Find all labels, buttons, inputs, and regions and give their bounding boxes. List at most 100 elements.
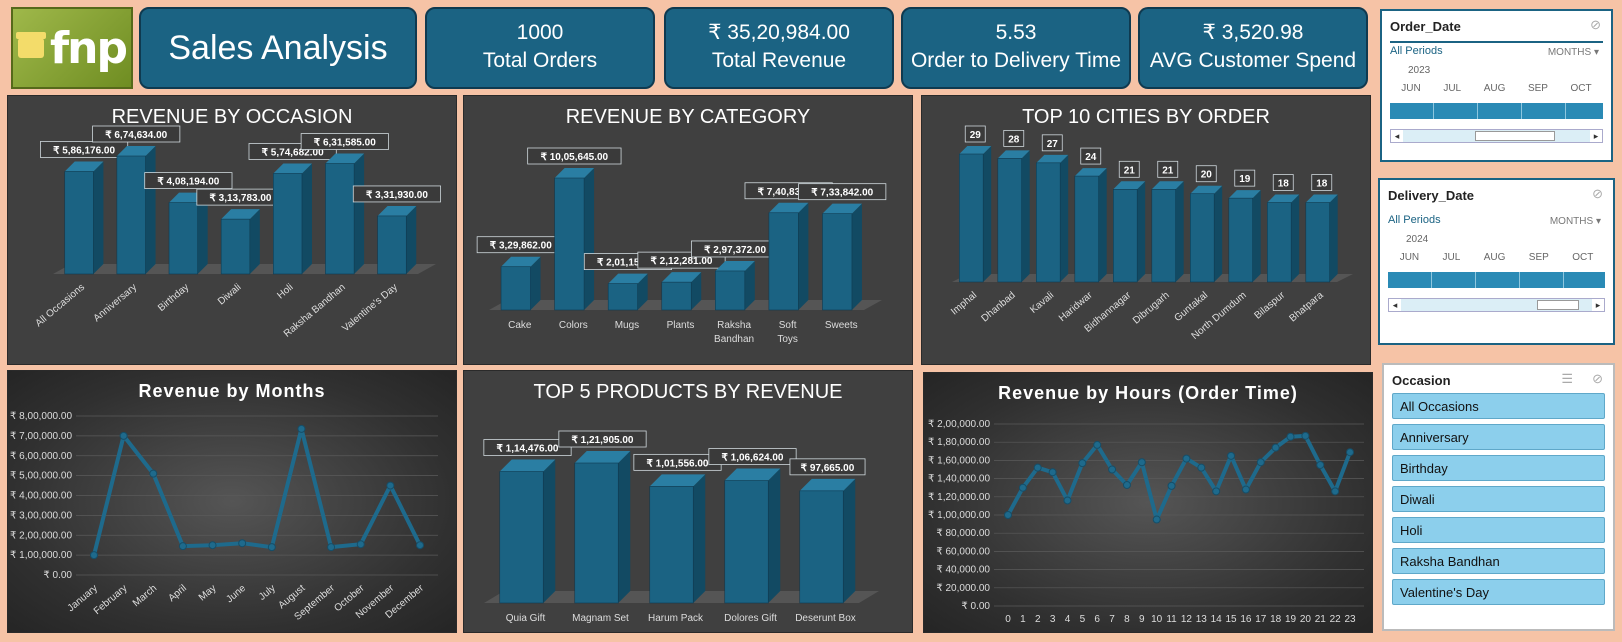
data-label: 21 xyxy=(1124,165,1136,176)
occasion-item-birthday[interactable]: Birthday xyxy=(1392,455,1605,481)
data-label: ₹ 4,08,194.00 xyxy=(157,177,219,188)
data-label: ₹ 3,31,930.00 xyxy=(366,190,428,201)
x-tick-label: July xyxy=(257,583,278,603)
occasion-item-diwali[interactable]: Diwali xyxy=(1392,486,1605,512)
category-label: Birthday xyxy=(156,282,191,314)
bar-side xyxy=(1329,194,1338,282)
clear-filter-icon[interactable]: ⊘ xyxy=(1592,371,1603,387)
data-label: ₹ 3,29,862.00 xyxy=(490,241,552,252)
y-tick-label: ₹ 40,000.00 xyxy=(936,565,990,576)
time-level-dropdown[interactable]: MONTHS ▾ xyxy=(1550,216,1601,227)
time-level-value: MONTHS xyxy=(1547,47,1592,58)
category-label: Guntakal xyxy=(1172,290,1210,324)
x-tick-label: 4 xyxy=(1065,614,1071,625)
order-date-slicer[interactable]: Order_Date ⊘ All Periods MONTHS ▾ 2023 J… xyxy=(1380,9,1613,162)
revenue-by-category-chart: ₹ 3,29,862.00 Cake ₹ 10,05,645.00 Colors ₹ 2… xyxy=(476,147,887,345)
month-label: OCT xyxy=(1572,252,1594,263)
data-label: 21 xyxy=(1162,165,1174,176)
x-tick-label: 17 xyxy=(1255,614,1267,625)
scroll-thumb[interactable] xyxy=(1475,131,1555,141)
data-point xyxy=(1271,443,1280,452)
occasion-item-valentines-day[interactable]: Valentine's Day xyxy=(1392,579,1605,605)
clear-filter-icon[interactable]: ⊘ xyxy=(1592,186,1603,202)
bar-side xyxy=(1098,168,1107,282)
bar-side xyxy=(1060,154,1069,282)
month-label: AUG xyxy=(1483,252,1506,263)
scroll-right-icon[interactable]: ▸ xyxy=(1592,299,1604,311)
bar xyxy=(325,163,355,275)
y-tick-label: ₹ 60,000.00 xyxy=(936,546,990,557)
kpi-value: ₹ 3,520.98 xyxy=(1202,21,1304,44)
kpi-total-revenue: ₹ 35,20,984.00 Total Revenue xyxy=(664,7,894,89)
scroll-left-icon[interactable]: ◂ xyxy=(1389,299,1401,311)
scroll-left-icon[interactable]: ◂ xyxy=(1391,130,1403,142)
chart-panel-cities: TOP 10 CITIES BY ORDER 29 Imphal 28 Dhanbad… xyxy=(921,95,1371,365)
data-point xyxy=(267,543,276,552)
clear-filter-icon[interactable]: ⊘ xyxy=(1590,17,1601,33)
bar xyxy=(64,171,94,275)
bar xyxy=(499,471,544,604)
delivery-date-slicer[interactable]: Delivery_Date ⊘ All Periods MONTHS ▾ 202… xyxy=(1378,178,1615,345)
x-tick-label: 2 xyxy=(1035,614,1041,625)
data-label: ₹ 3,13,783.00 xyxy=(210,193,272,204)
bar-side xyxy=(1291,194,1300,282)
timeline-scrollbar[interactable]: ◂ ▸ xyxy=(1390,129,1603,143)
y-tick-label: ₹ 3,00,000.00 xyxy=(10,510,72,521)
occasion-item-anniversary[interactable]: Anniversary xyxy=(1392,424,1605,450)
bar xyxy=(1190,193,1215,283)
bar xyxy=(168,202,198,275)
bar-side xyxy=(618,451,631,603)
occasion-item-raksha-bandhan[interactable]: Raksha Bandhan xyxy=(1392,548,1605,574)
data-point xyxy=(90,551,98,560)
bar xyxy=(1036,162,1061,283)
x-tick-label: 1 xyxy=(1020,614,1026,625)
y-tick-label: ₹ 2,00,000.00 xyxy=(10,530,72,541)
chart-panel-months: Revenue by Months ₹ 0.00 ₹ 1,00,000.00 ₹ 2… xyxy=(7,370,457,633)
x-tick-label: 22 xyxy=(1330,614,1342,625)
data-point xyxy=(149,469,158,478)
data-label: 28 xyxy=(1008,134,1020,145)
x-tick-label: 7 xyxy=(1109,614,1115,625)
x-tick-label: 10 xyxy=(1151,614,1163,625)
data-point xyxy=(1286,432,1295,441)
bar xyxy=(1113,189,1138,283)
timeline-scrollbar[interactable]: ◂ ▸ xyxy=(1388,298,1605,312)
data-label: ₹ 1,21,905.00 xyxy=(572,435,634,446)
bar-side xyxy=(93,161,104,274)
data-label: ₹ 1,01,556.00 xyxy=(647,458,709,469)
occasion-item-holi[interactable]: Holi xyxy=(1392,517,1605,543)
data-label: ₹ 1,06,624.00 xyxy=(722,453,784,464)
bar-side xyxy=(406,205,417,274)
series-line xyxy=(92,426,422,556)
x-tick-label: 14 xyxy=(1211,614,1223,625)
data-point xyxy=(1152,515,1161,524)
occasion-slicer[interactable]: Occasion ☰ ⊘ All Occasions Anniversary B… xyxy=(1382,363,1615,631)
y-tick-label: ₹ 4,00,000.00 xyxy=(10,491,72,502)
timeline-bar[interactable] xyxy=(1388,272,1605,288)
bar xyxy=(607,283,638,311)
x-tick-label: 8 xyxy=(1124,614,1130,625)
multi-select-icon[interactable]: ☰ xyxy=(1561,371,1573,387)
bar xyxy=(649,486,694,604)
scroll-right-icon[interactable]: ▸ xyxy=(1590,130,1602,142)
y-tick-label: ₹ 1,00,000.00 xyxy=(928,510,990,521)
bar-side xyxy=(584,168,595,310)
month-label: JUL xyxy=(1443,83,1462,94)
year-label: 2024 xyxy=(1406,234,1429,245)
timeline-bar[interactable] xyxy=(1390,103,1603,119)
chart-title: TOP 5 PRODUCTS BY REVENUE xyxy=(533,381,843,403)
bar xyxy=(768,212,799,311)
data-label: 27 xyxy=(1047,139,1059,150)
data-label: 19 xyxy=(1239,174,1251,185)
time-level-dropdown[interactable]: MONTHS ▾ xyxy=(1548,47,1599,58)
scroll-thumb[interactable] xyxy=(1537,300,1579,310)
data-label: ₹ 10,05,645.00 xyxy=(541,152,609,163)
data-point xyxy=(1004,511,1012,519)
x-tick-label: June xyxy=(224,583,248,606)
bar-side xyxy=(354,153,365,274)
bar-side xyxy=(1175,181,1184,282)
category-label: Valentine's Day xyxy=(340,282,399,334)
kpi-value: 5.53 xyxy=(995,21,1037,44)
occasion-item-all[interactable]: All Occasions xyxy=(1392,393,1605,419)
chart-title: Revenue by Months xyxy=(138,381,326,401)
